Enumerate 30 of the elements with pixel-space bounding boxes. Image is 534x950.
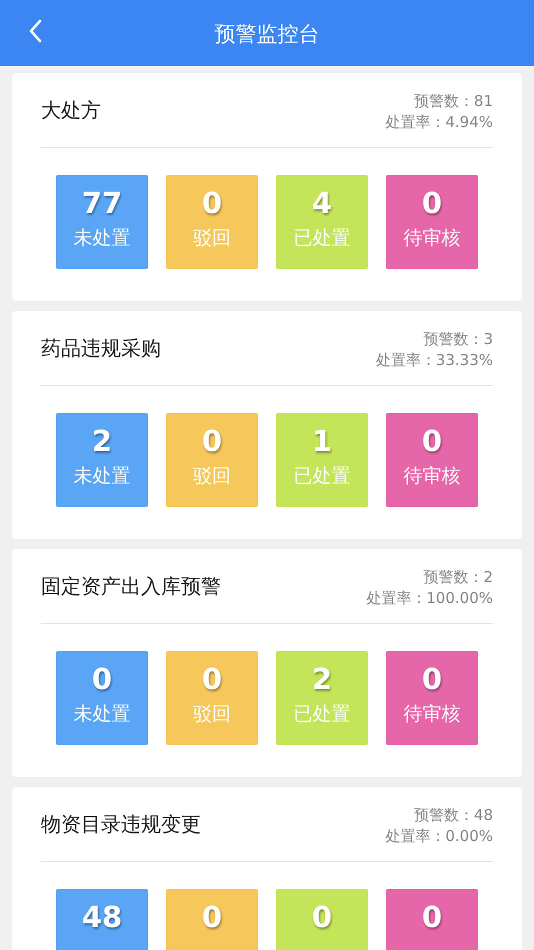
- card-title: 大处方: [41, 96, 101, 124]
- status-tile[interactable]: 0: [166, 889, 258, 950]
- status-tile[interactable]: 0 驳回: [166, 413, 258, 507]
- card-title: 固定资产出入库预警: [41, 572, 221, 600]
- status-tile[interactable]: 0: [276, 889, 368, 950]
- status-tile[interactable]: 0 驳回: [166, 175, 258, 269]
- handling-rate: 处置率：100.00%: [366, 588, 493, 609]
- status-tile[interactable]: 2 未处置: [56, 413, 148, 507]
- alert-count: 预警数：48: [414, 805, 493, 826]
- status-tile[interactable]: 1 已处置: [276, 413, 368, 507]
- handling-rate: 处置率：33.33%: [376, 350, 493, 371]
- status-tile[interactable]: 4 已处置: [276, 175, 368, 269]
- back-icon: [28, 19, 42, 43]
- status-tile[interactable]: 0 待审核: [386, 175, 478, 269]
- status-tile[interactable]: 77 未处置: [56, 175, 148, 269]
- status-tile[interactable]: 48: [56, 889, 148, 950]
- status-tile[interactable]: 0: [386, 889, 478, 950]
- card-title: 物资目录违规变更: [41, 810, 201, 838]
- status-tile[interactable]: 0 驳回: [166, 651, 258, 745]
- alert-count: 预警数：2: [423, 567, 493, 588]
- status-tile[interactable]: 0 待审核: [386, 413, 478, 507]
- handling-rate: 处置率：4.94%: [385, 112, 493, 133]
- page-title: 预警监控台: [214, 21, 320, 48]
- alert-count: 预警数：3: [423, 329, 493, 350]
- handling-rate: 处置率：0.00%: [385, 826, 493, 847]
- card-title: 药品违规采购: [41, 334, 161, 362]
- status-tile[interactable]: 0 未处置: [56, 651, 148, 745]
- status-tile[interactable]: 2 已处置: [276, 651, 368, 745]
- status-tile[interactable]: 0 待审核: [386, 651, 478, 745]
- alert-count: 预警数：81: [414, 91, 493, 112]
